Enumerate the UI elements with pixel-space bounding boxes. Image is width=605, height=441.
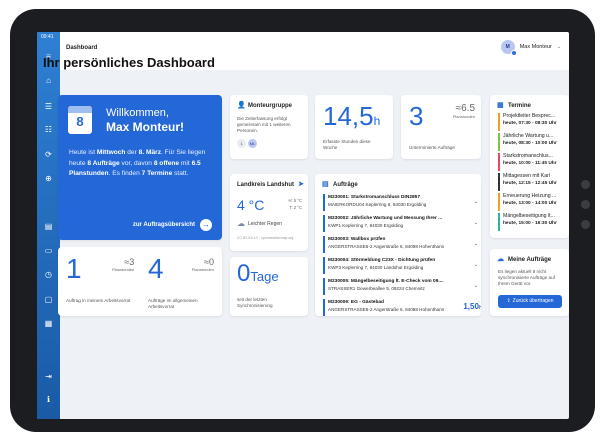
team-avatars: 1 ML [237,139,257,148]
camera-dot [581,220,590,229]
planned-hours: ≈6.5 Planstunden [452,103,475,119]
my-orders-sync-card: ☁ Meine Aufträge Es liegen aktuell 8 nich… [490,249,569,316]
my-orders-value: 1 [66,253,82,284]
team-title: 👤 Monteurgruppe [237,102,292,109]
orders-title: ▤ Aufträge [322,181,358,188]
sync-days-card: 0Tage seit der letzten Synchronisierung [230,257,308,316]
appointment-item[interactable]: Mängelbeseitigung lt... heute, 15:00 - 16… [498,213,559,231]
greeting: Willkommen, [106,107,169,119]
hours-caption: Erfasste Stunden diese Woche [323,139,371,150]
hours-value: 14,5h [323,101,381,131]
order-item[interactable]: M230005: Mängelbeseitigung lt. E-Check v… [323,278,478,295]
avatar: ML [248,139,257,148]
weather-desc: ☁ Leichter Regen [237,219,282,228]
hours-badge: 1,50h [463,302,481,311]
breadcrumb: Dashboard [66,45,98,51]
info-icon[interactable]: ℹ [43,394,54,405]
user-name: Max Monteur [519,44,552,50]
weather-credit: CC BY-SA 4.0 · openweathermap.org [237,236,294,240]
order-item[interactable]: M230002: Jährliche Wartung und Messung I… [323,215,478,232]
unscheduled-value: 3 [409,101,424,131]
cloud-icon: ☁ [497,256,504,263]
clipboard-icon: ▤ [322,181,329,188]
order-item[interactable]: M230003: Wallbox prüfen ANGERSTRASSE6-2 A… [323,236,478,253]
general-planned-hours: ≈0 Planstunden [191,257,214,272]
temperature: 4 °C [237,197,265,213]
folder-icon[interactable]: ▭ [43,245,54,256]
weather-title: Landkreis Landshut ➤ [237,181,304,188]
sync-back-button[interactable]: ⇪ Zurück übertragen [498,295,562,308]
upload-icon: ⇪ [506,298,511,304]
order-overview-link[interactable]: zur Auftragsübersicht → [133,219,212,231]
page-title: Ihr persönliches Dashboard [43,55,215,70]
user-menu[interactable]: M Max Monteur ⌄ [500,40,561,56]
team-text: Die Zeiterfassung erfolgt gemeinsam mit … [237,116,291,133]
avatar: M [500,40,517,56]
status-time: 09:41 [41,34,54,40]
my-orders-title: ☁ Meine Aufträge [497,256,552,263]
camera-dot [581,200,590,209]
welcome-text: Heute ist Mittwoch der 8. März. Für Sie … [69,149,206,177]
sync-icon[interactable]: ⟳ [43,149,54,160]
order-item[interactable]: M230009: EG - Gästebad ANGERSTRASSE6-2 An… [323,299,481,316]
sync-days-caption: seit der letzten Synchronisierung [237,297,273,308]
appointments-card: ▦ Termine Projektleiter Bespreс... heute, … [490,95,569,238]
chevron-down-icon: ⌄ [473,220,478,226]
clock-icon[interactable]: ◷ [43,269,54,280]
home-icon[interactable]: ⌂ [43,75,54,86]
avatar: 1 [237,139,246,148]
logout-icon[interactable]: ⇥ [43,371,54,382]
general-orders-value: 4 [148,253,164,284]
tablet-frame: 09:41 ≡ ⌂ ☰ ☷ ⟳ ⊕ ▤ ▭ ◷ ▢ ▦ ⇥ ℹ Dashboar… [10,9,595,432]
location-arrow-icon: ➤ [298,181,304,188]
orders-icon[interactable]: ☷ [43,124,54,135]
appointment-item[interactable]: Jährliche Wartung u... heute, 08:30 - 10:… [498,133,559,151]
sidebar: 09:41 ≡ ⌂ ☰ ☷ ⟳ ⊕ ▤ ▭ ◷ ▢ ▦ ⇥ ℹ [37,32,60,419]
order-item[interactable]: M230001: Starkstromanschluss DIN2857 MAIE… [323,194,478,211]
calendar-icon: ▦ [497,102,504,109]
camera-dot [581,180,590,189]
calendar-icon: 8 [68,106,92,134]
chevron-down-icon: ⌄ [556,44,561,50]
appointment-item[interactable]: Starkstromanschlus... heute, 10:00 - 11:4… [498,153,559,171]
appointment-item[interactable]: Mittagessen mit Karl heute, 12:15 - 12:45… [498,173,559,191]
sync-days-value: 0Tage [237,260,279,287]
appointment-item[interactable]: Projektleiter Bespreс... heute, 07:30 - 0… [498,113,559,131]
my-orders-text: Es liegen aktuell 8 nicht synchronisiert… [498,269,555,286]
orders-card: ▤ Aufträge M230001: Starkstromanschluss D… [315,174,481,316]
chevron-down-icon: ⌄ [473,199,478,205]
work-stock-card: 1 ≈3 Planstunden Auftrag in meinem Arbei… [58,247,222,316]
add-icon[interactable]: ⊕ [43,173,54,184]
rain-cloud-icon: ☁ [237,219,245,228]
chevron-down-icon: ⌄ [473,262,478,268]
document-icon[interactable]: ▤ [43,221,54,232]
clipboard-icon[interactable]: ▢ [43,294,54,305]
unscheduled-card: 3 ≈6.5 Planstunden Unterminierte Aufträg… [401,95,481,159]
weather-card: Landkreis Landshut ➤ 4 °C H: 5 °C T: 2 °C … [230,174,308,251]
team-card: 👤 Monteurgruppe Die Zeiterfassung erfolgt… [230,95,308,159]
status-dot [510,50,517,56]
list-icon[interactable]: ☰ [43,101,54,112]
unscheduled-caption: Unterminierte Aufträge [409,145,455,150]
my-orders-caption: Auftrag in meinem Arbeitsvorrat [66,298,131,303]
user-greeting-name: Max Monteur! [106,120,184,134]
user-group-icon: 👤 [237,102,246,109]
chevron-down-icon: ⌄ [473,283,478,289]
hours-card: 14,5h Erfasste Stunden diese Woche [315,95,393,159]
general-orders-caption: Aufträge im allgemeinen Arbeitsvorrat [148,298,198,309]
calendar-icon[interactable]: ▦ [43,318,54,329]
chevron-down-icon: ⌄ [473,241,478,247]
order-item[interactable]: M230004: Störmeldung C23X - Dichtung prü… [323,257,478,274]
temp-range: H: 5 °C T: 2 °C [288,198,302,210]
appointment-item[interactable]: Erneuerung Heizung ... heute, 13:00 - 14:… [498,193,559,211]
arrow-right-icon: → [200,219,212,231]
my-planned-hours: ≈3 Planstunden [112,257,135,272]
welcome-card: 8 Willkommen, Max Monteur! Heute ist Mit… [58,95,222,240]
appointments-title: ▦ Termine [497,102,531,109]
